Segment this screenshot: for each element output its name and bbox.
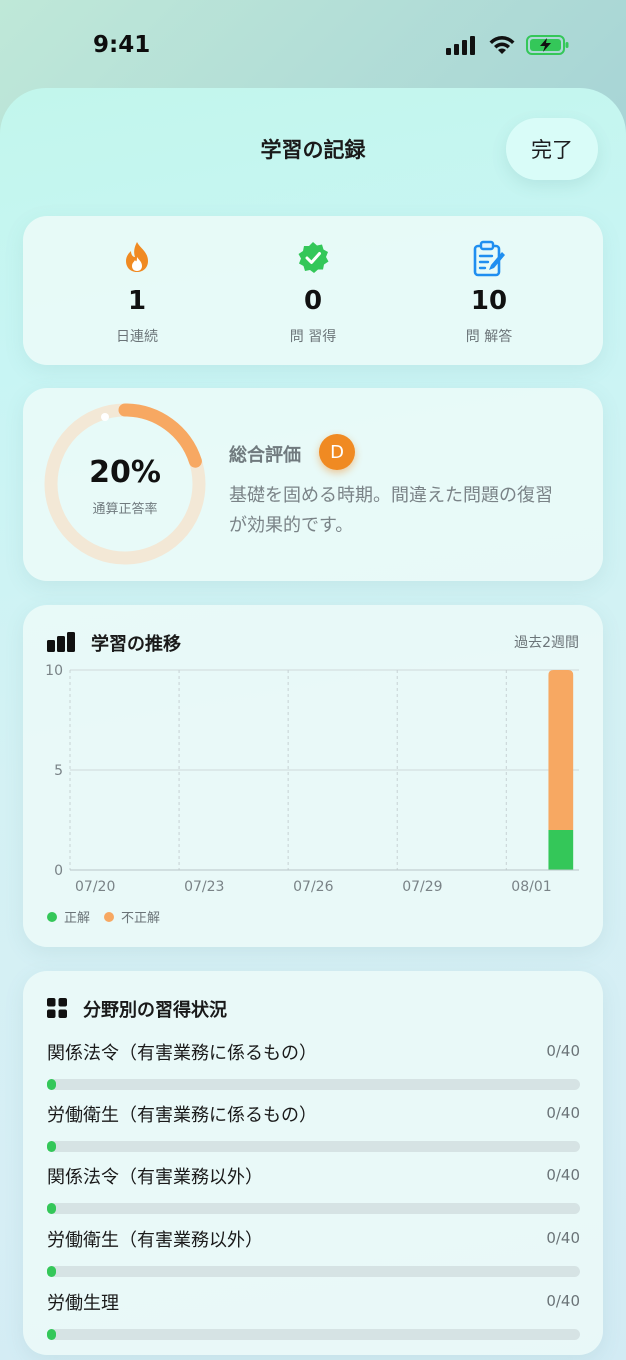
category-progress-fill (47, 1141, 56, 1152)
wifi-icon (489, 36, 515, 54)
category-row[interactable]: 労働衛生（有害業務に係るもの） 0/40 (47, 1101, 580, 1152)
category-progress-track (47, 1266, 580, 1277)
bar-segment-incorrect (548, 670, 574, 830)
battery-charging-icon (526, 35, 569, 55)
category-name: 関係法令（有害業務に係るもの） (47, 1043, 317, 1064)
evaluation-description: 基礎を固める時期。間違えた問題の復習が効果的です。 (229, 485, 553, 536)
verified-badge-icon (295, 240, 331, 280)
category-name: 関係法令（有害業務以外） (47, 1167, 263, 1188)
done-button[interactable]: 完了 (506, 118, 598, 180)
evaluation-heading: 総合評価 (229, 445, 301, 466)
category-row[interactable]: 関係法令（有害業務に係るもの） 0/40 (47, 1039, 580, 1090)
legend-incorrect-dot (104, 911, 115, 922)
accuracy-value: 20% (89, 455, 161, 490)
answered-label: 問 解答 (465, 329, 513, 345)
category-progress-fill (47, 1329, 56, 1340)
x-tick-label: 07/26 (293, 879, 333, 895)
category-row[interactable]: 労働衛生（有害業務以外） 0/40 (47, 1226, 580, 1277)
status-time: 9:41 (93, 32, 151, 58)
legend-correct-dot (47, 911, 57, 922)
category-progress-track (47, 1141, 580, 1152)
category-count: 0/40 (546, 1042, 580, 1060)
category-progress-track (47, 1329, 580, 1340)
clipboard-edit-icon (472, 240, 506, 282)
status-bar: 9:41 (0, 0, 626, 90)
category-progress-fill (47, 1079, 56, 1090)
mastered-value: 0 (303, 286, 323, 316)
y-tick-label: 0 (54, 863, 63, 879)
cellular-signal-icon (446, 36, 475, 55)
progress-chart-card: 学習の推移 過去2週間 0 5 10 07/20 07/23 07/26 07/29 08/0… (23, 605, 603, 947)
category-name: 労働衛生（有害業務以外） (47, 1230, 263, 1251)
x-tick-label: 08/01 (511, 879, 551, 895)
legend-incorrect: 不正解 (104, 907, 160, 926)
stats-card: 1 日連続 0 問 習得 10 問 解答 (23, 216, 603, 365)
legend-incorrect-label: 不正解 (121, 911, 161, 926)
category-count: 0/40 (546, 1104, 580, 1122)
category-name: 労働衛生（有害業務に係るもの） (47, 1105, 317, 1126)
category-section-title: 分野別の習得状況 (83, 1000, 227, 1021)
category-progress-fill (47, 1203, 56, 1214)
grid-icon (47, 998, 67, 1018)
streak-value: 1 (127, 286, 147, 316)
category-row[interactable]: 関係法令（有害業務以外） 0/40 (47, 1163, 580, 1214)
category-name: 労働生理 (47, 1293, 119, 1314)
progress-chart: 0 5 10 07/20 07/23 07/26 07/29 08/01 (45, 663, 579, 895)
legend-correct: 正解 (47, 907, 90, 926)
streak-label: 日連続 (116, 329, 158, 345)
y-tick-label: 5 (54, 763, 63, 779)
chart-legend: 正解 不正解 (47, 907, 174, 926)
answered-value: 10 (470, 286, 508, 316)
x-tick-label: 07/23 (184, 879, 224, 895)
flame-icon (121, 240, 153, 278)
category-count: 0/40 (546, 1166, 580, 1184)
category-progress-track (47, 1203, 580, 1214)
mastered-label: 問 習得 (289, 329, 337, 345)
evaluation-card: 20% 通算正答率 総合評価 D 基礎を固める時期。間違えた問題の復習が効果的で… (23, 388, 603, 581)
category-row[interactable]: 労働生理 0/40 (47, 1289, 580, 1340)
y-tick-label: 10 (45, 663, 63, 679)
category-count: 0/40 (546, 1229, 580, 1247)
category-progress-track (47, 1079, 580, 1090)
x-tick-label: 07/20 (75, 879, 115, 895)
category-progress-fill (47, 1266, 56, 1277)
category-mastery-card: 分野別の習得状況 関係法令（有害業務に係るもの） 0/40 労働衛生（有害業務に… (23, 971, 603, 1355)
bar-segment-correct (548, 830, 574, 870)
category-count: 0/40 (546, 1292, 580, 1310)
grade-badge: D (319, 434, 355, 470)
status-icons (446, 34, 570, 56)
legend-correct-label: 正解 (64, 911, 91, 926)
x-tick-label: 07/29 (402, 879, 442, 895)
accuracy-label: 通算正答率 (92, 502, 158, 517)
